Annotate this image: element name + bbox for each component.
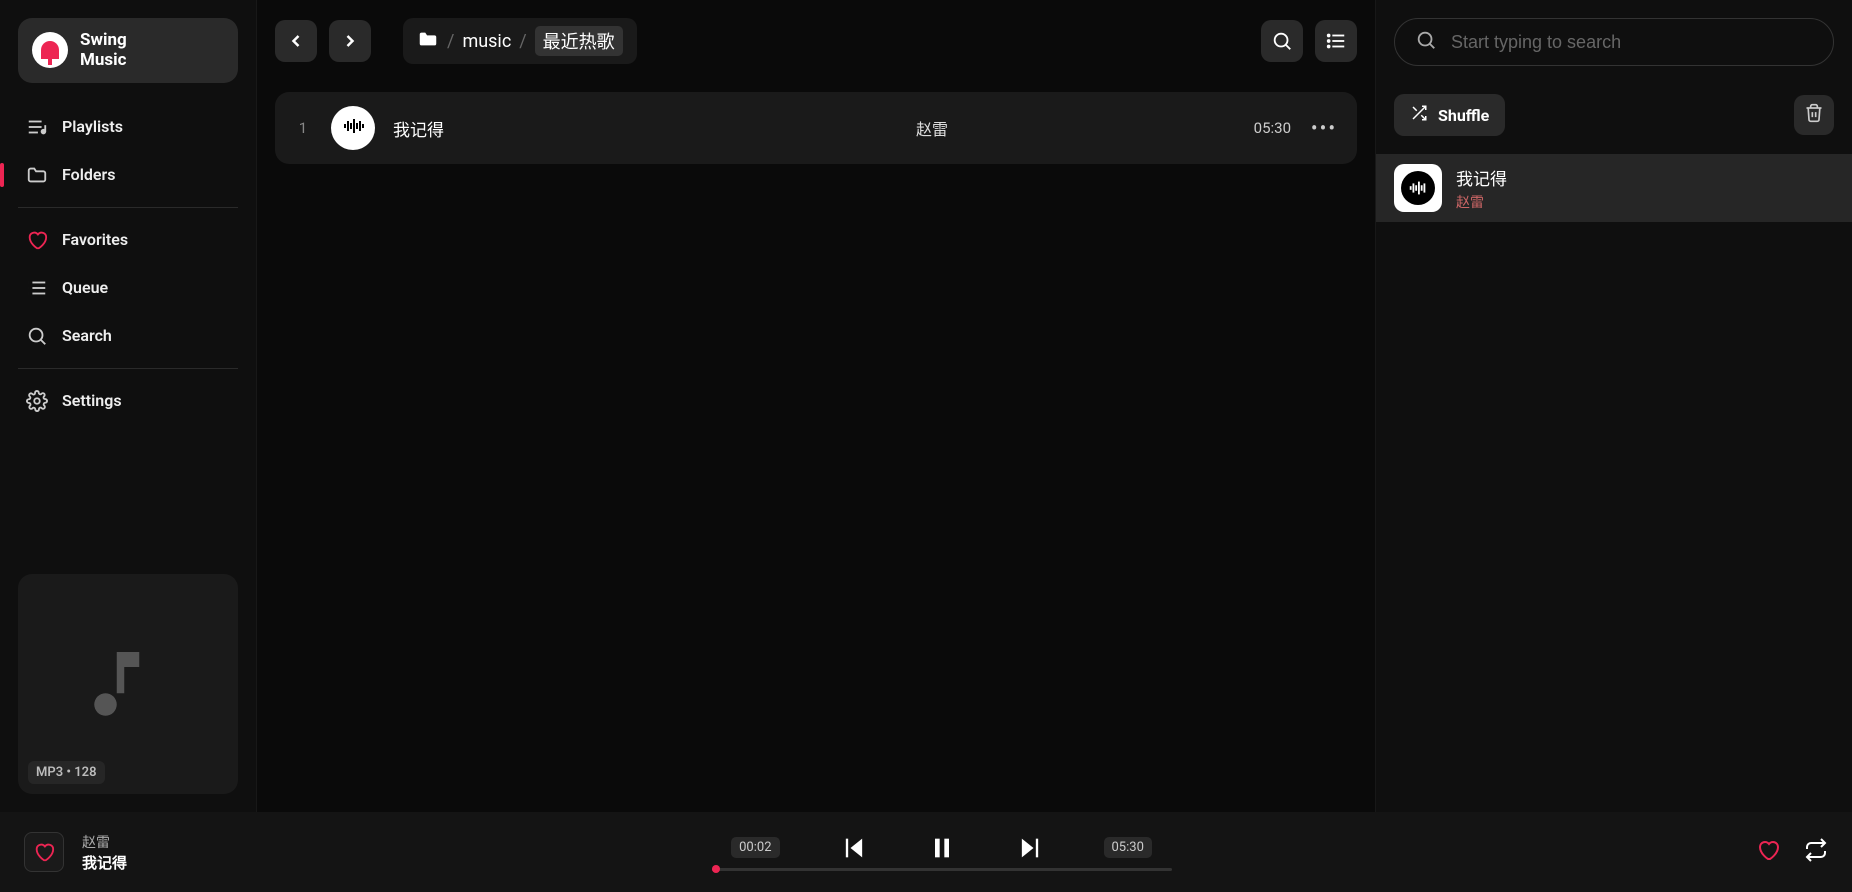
sidebar-item-label: Settings	[62, 391, 122, 410]
now-playing-thumbnail[interactable]: MP3 • 128	[18, 574, 238, 794]
sidebar-item-playlists[interactable]: Playlists	[18, 103, 238, 151]
shuffle-button[interactable]: Shuffle	[1394, 94, 1505, 136]
format-badge: MP3 • 128	[28, 761, 105, 784]
breadcrumb-separator: /	[447, 31, 454, 52]
queue-item[interactable]: 我记得 赵雷	[1376, 154, 1852, 222]
sidebar-item-search[interactable]: Search	[18, 312, 238, 360]
right-panel: Shuffle 我记得 赵雷	[1376, 0, 1852, 812]
search-input[interactable]	[1451, 32, 1813, 53]
queue-item-title: 我记得	[1456, 165, 1507, 190]
track-artist: 赵雷	[661, 116, 1203, 140]
sidebar: Swing Music Playlists Folders Favori	[0, 0, 256, 812]
now-playing-meta[interactable]: 赵雷 我记得	[82, 832, 127, 873]
sidebar-item-queue[interactable]: Queue	[18, 264, 238, 312]
like-button[interactable]	[1756, 838, 1780, 866]
shuffle-label: Shuffle	[1438, 106, 1489, 125]
track-index: 1	[293, 119, 313, 137]
sidebar-item-label: Queue	[62, 278, 108, 297]
sidebar-nav: Playlists Folders Favorites Queue	[18, 103, 238, 425]
sidebar-item-label: Search	[62, 326, 112, 345]
progress-bar[interactable]	[712, 868, 1172, 871]
previous-button[interactable]	[840, 834, 868, 862]
track-list: 1 我记得 赵雷 05:30 •••	[275, 92, 1357, 164]
app-logo-card[interactable]: Swing Music	[18, 18, 238, 83]
search-box[interactable]	[1394, 18, 1834, 66]
nav-separator	[18, 207, 238, 208]
search-button[interactable]	[1261, 20, 1303, 62]
now-playing-title: 我记得	[82, 852, 127, 873]
search-icon	[1415, 29, 1437, 55]
track-thumbnail	[331, 106, 375, 150]
nav-back-button[interactable]	[275, 20, 317, 62]
sidebar-item-settings[interactable]: Settings	[18, 377, 238, 425]
pause-button[interactable]	[928, 834, 956, 862]
list-view-button[interactable]	[1315, 20, 1357, 62]
waveform-icon	[341, 114, 365, 142]
queue-list: 我记得 赵雷	[1376, 154, 1852, 222]
search-icon	[26, 325, 48, 347]
clear-queue-button[interactable]	[1794, 95, 1834, 135]
track-more-button[interactable]: •••	[1309, 116, 1339, 140]
breadcrumb-segment-current[interactable]: 最近热歌	[535, 26, 623, 56]
nav-forward-button[interactable]	[329, 20, 371, 62]
trash-icon	[1804, 103, 1824, 127]
favorite-button[interactable]	[24, 832, 64, 872]
player-bar: 赵雷 我记得 00:02 05:30	[0, 812, 1852, 892]
sidebar-item-label: Folders	[62, 165, 115, 184]
app-name: Swing Music	[80, 30, 127, 71]
playlist-icon	[26, 116, 48, 138]
app-logo-icon	[32, 32, 68, 68]
shuffle-icon	[1410, 104, 1428, 126]
sidebar-item-label: Playlists	[62, 117, 123, 136]
gear-icon	[26, 390, 48, 412]
queue-icon	[26, 277, 48, 299]
breadcrumb: / music / 最近热歌	[403, 18, 637, 64]
folder-icon[interactable]	[417, 28, 439, 55]
queue-actions: Shuffle	[1394, 94, 1834, 136]
sidebar-item-folders[interactable]: Folders	[18, 151, 238, 199]
next-button[interactable]	[1016, 834, 1044, 862]
queue-item-artist: 赵雷	[1456, 192, 1507, 212]
now-playing-artist: 赵雷	[82, 832, 127, 852]
track-duration: 05:30	[1221, 119, 1291, 137]
elapsed-time: 00:02	[731, 837, 779, 858]
progress-thumb[interactable]	[712, 865, 720, 873]
music-note-icon	[83, 632, 173, 736]
breadcrumb-separator: /	[519, 31, 526, 52]
track-title: 我记得	[393, 116, 643, 141]
topbar: / music / 最近热歌	[275, 18, 1357, 64]
total-time: 05:30	[1104, 837, 1152, 858]
queue-thumbnail	[1394, 164, 1442, 212]
heart-icon	[26, 229, 48, 251]
sidebar-item-label: Favorites	[62, 230, 128, 249]
repeat-button[interactable]	[1804, 838, 1828, 866]
sidebar-item-favorites[interactable]: Favorites	[18, 216, 238, 264]
nav-separator	[18, 368, 238, 369]
breadcrumb-segment[interactable]: music	[462, 31, 511, 52]
track-row[interactable]: 1 我记得 赵雷 05:30 •••	[275, 92, 1357, 164]
main-content: / music / 最近热歌 1 我记得	[256, 0, 1376, 812]
player-controls: 00:02 05:30	[731, 834, 1152, 862]
folder-icon	[26, 164, 48, 186]
